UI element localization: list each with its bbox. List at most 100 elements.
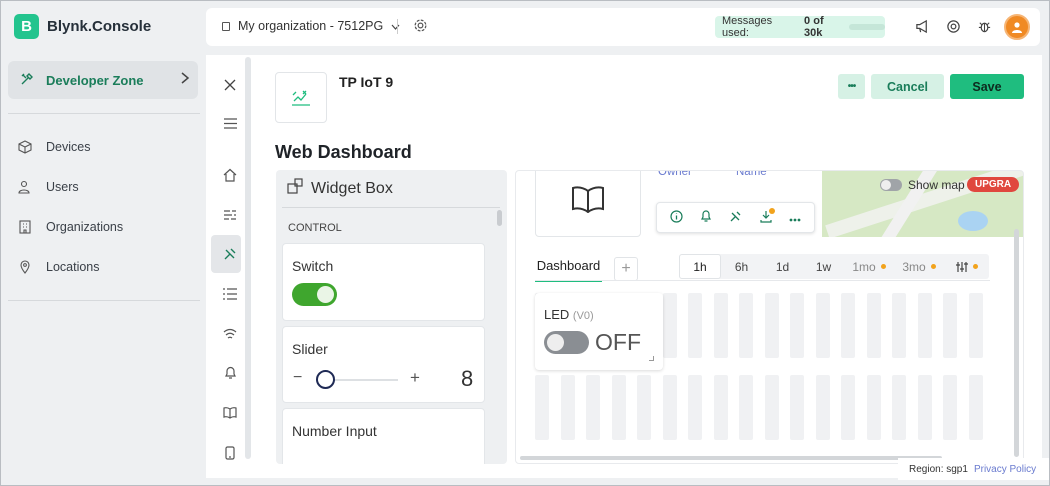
grid-cell: [790, 375, 804, 440]
widget-box-icon: [287, 178, 303, 199]
range-6h[interactable]: 6h: [721, 254, 762, 279]
widget-led[interactable]: LED (V0) OFF: [535, 293, 663, 370]
cube-icon: [18, 140, 32, 154]
range-label: 3mo: [902, 259, 926, 274]
grid-cell: [560, 375, 575, 440]
widget-switch[interactable]: Switch: [282, 243, 485, 321]
divider: [282, 207, 500, 208]
range-3mo[interactable]: 3mo: [894, 254, 944, 279]
nav-rail-scrollbar[interactable]: [245, 57, 251, 459]
bell-icon[interactable]: [700, 209, 712, 226]
wifi-icon[interactable]: [222, 326, 238, 342]
grid-cell: [739, 293, 753, 358]
book-icon[interactable]: [222, 405, 238, 421]
slider-value: 8: [461, 366, 474, 391]
grid-cell: [764, 293, 779, 358]
organization-selector[interactable]: My organization - 7512PG: [222, 19, 400, 33]
help-lifebuoy-icon[interactable]: [946, 19, 961, 37]
widget-box-title: Widget Box: [311, 179, 393, 197]
range-1d[interactable]: 1d: [762, 254, 803, 279]
grid-cell: [713, 375, 728, 440]
notification-dot: [769, 208, 775, 214]
device-image[interactable]: [535, 171, 641, 237]
divider: [397, 19, 398, 34]
organization-name: My organization - 7512PG: [238, 19, 384, 33]
dashboard-horizontal-scrollbar[interactable]: [520, 456, 942, 460]
minus-icon: −: [293, 369, 303, 386]
sidebar-item-users[interactable]: Users: [18, 180, 79, 194]
web-dashboard-icon[interactable]: [222, 246, 238, 262]
widget-slider[interactable]: Slider − + 8: [282, 326, 485, 403]
brand[interactable]: B Blynk.Console: [14, 14, 151, 39]
led-switch: [544, 331, 589, 354]
premium-dot: [972, 264, 978, 269]
device-map[interactable]: Show map UPGRA: [822, 171, 1023, 237]
grid-cell: [764, 375, 779, 440]
user-avatar[interactable]: [1004, 14, 1030, 40]
messages-value: 0 of 30k: [804, 15, 824, 39]
sidebar-item-locations[interactable]: Locations: [18, 260, 100, 274]
widget-title: Slider: [292, 341, 328, 357]
region-label: Region: sgp1: [909, 463, 968, 475]
close-icon[interactable]: [222, 77, 238, 93]
grid-cell: [968, 375, 983, 440]
sidebar-item-organizations[interactable]: Organizations: [18, 220, 123, 234]
owner-field: Owner: [658, 171, 692, 178]
grid-cell: [688, 375, 702, 440]
developer-zone-label: Developer Zone: [46, 72, 144, 88]
dashboard-vertical-scrollbar[interactable]: [1014, 229, 1019, 457]
gear-icon[interactable]: [413, 18, 428, 36]
range-1mo[interactable]: 1mo: [844, 254, 894, 279]
blynk-logo-icon: B: [14, 14, 39, 39]
grid-cell: [713, 293, 728, 358]
save-button[interactable]: Save: [950, 74, 1024, 99]
list-icon[interactable]: [222, 286, 238, 302]
grid-cell: [688, 293, 702, 358]
bell-icon[interactable]: [222, 365, 238, 381]
device-quick-actions: [656, 202, 815, 233]
resize-handle-icon[interactable]: [649, 356, 654, 361]
datastreams-icon[interactable]: [222, 207, 238, 223]
sidebar-item-label: Locations: [46, 260, 100, 274]
time-range-selector: 1h 6h 1d 1w 1mo 3mo: [679, 254, 989, 279]
tab-dashboard[interactable]: Dashboard: [535, 255, 602, 282]
sidebar-item-developer-zone[interactable]: Developer Zone: [8, 61, 198, 99]
widget-box-header: Widget Box: [276, 170, 507, 208]
grid-cell: [586, 375, 600, 440]
tools-icon[interactable]: [729, 210, 742, 226]
cancel-button[interactable]: Cancel: [871, 74, 944, 99]
more-icon[interactable]: [789, 210, 801, 225]
grid-cell: [790, 293, 804, 358]
template-image[interactable]: [275, 72, 327, 123]
grid-cell: [535, 375, 549, 440]
building-icon: [18, 220, 32, 234]
bug-icon[interactable]: [977, 19, 992, 37]
info-icon[interactable]: [670, 209, 683, 226]
range-1w[interactable]: 1w: [803, 254, 844, 279]
show-map-toggle[interactable]: Show map: [880, 178, 965, 192]
megaphone-icon[interactable]: [915, 19, 930, 37]
more-options-button[interactable]: •••: [838, 74, 865, 99]
template-editor: TP IoT 9 ••• Cancel Save Web Dashboard W…: [256, 55, 1042, 478]
toggle-switch: [880, 179, 902, 191]
grid-cell: [866, 375, 881, 440]
section-label: CONTROL: [288, 222, 342, 234]
grid-cell: [611, 375, 626, 440]
sidebar-item-devices[interactable]: Devices: [18, 140, 90, 154]
mobile-icon[interactable]: [222, 445, 238, 461]
add-tab-button[interactable]: +: [614, 256, 638, 281]
home-icon[interactable]: [222, 167, 238, 183]
range-1h[interactable]: 1h: [679, 254, 721, 279]
map-pin-icon: [18, 260, 32, 274]
widget-box-scrollbar[interactable]: [497, 210, 502, 226]
grid-cell: [968, 293, 983, 358]
grid-cell: [637, 375, 651, 440]
widget-number-input[interactable]: Number Input: [282, 408, 485, 464]
switch-toggle: [292, 283, 337, 306]
privacy-policy-link[interactable]: Privacy Policy: [974, 464, 1036, 475]
menu-icon[interactable]: [222, 115, 238, 131]
custom-range-sliders-icon[interactable]: [944, 254, 989, 279]
chevron-right-icon: [180, 71, 190, 89]
upgrade-badge[interactable]: UPGRA: [967, 177, 1020, 192]
page-title: Web Dashboard: [275, 142, 412, 162]
